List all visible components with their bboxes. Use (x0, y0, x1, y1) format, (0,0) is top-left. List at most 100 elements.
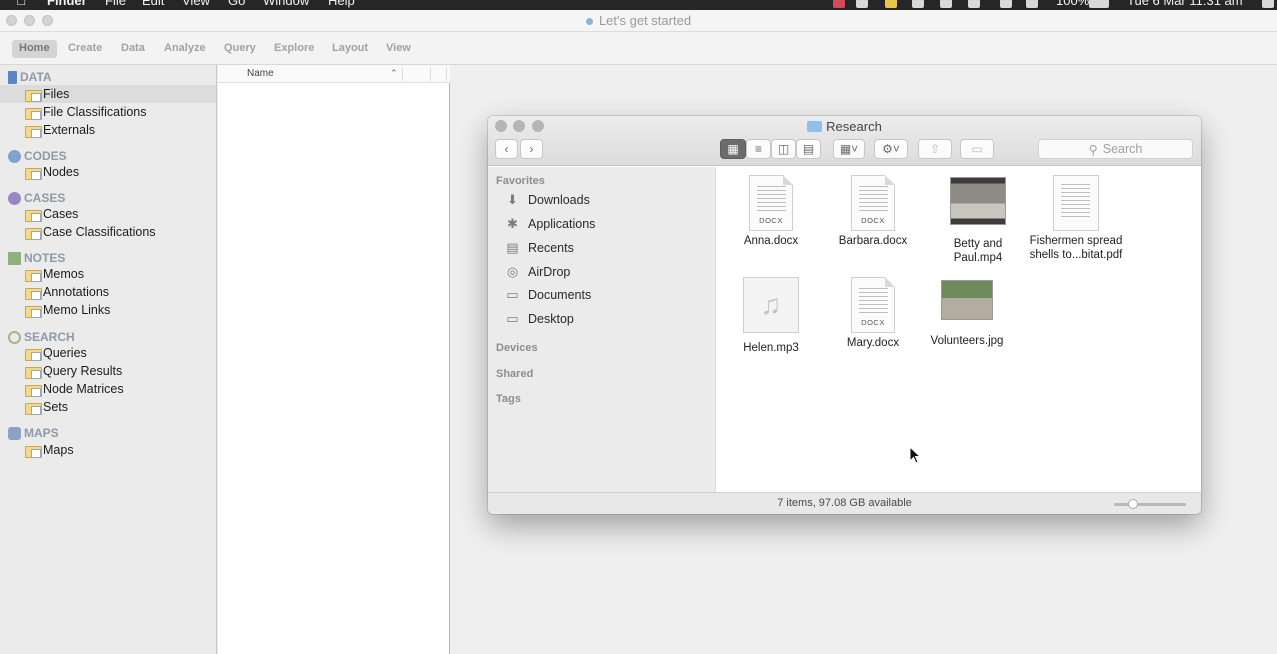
menu-app-name[interactable]: Finder (47, 0, 87, 8)
menu-help[interactable]: Help (328, 0, 355, 8)
cloud-icon[interactable] (940, 0, 952, 8)
maps-icon (8, 426, 21, 440)
tab-query[interactable]: Query (217, 40, 263, 58)
menu-clock[interactable]: Tue 6 Mar 11:31 am (1127, 0, 1243, 8)
nav-item-sets[interactable]: Sets (0, 398, 216, 416)
nav-group-codes[interactable]: CODES (8, 149, 67, 163)
tag-icon: ▭ (971, 142, 983, 156)
nav-group-notes[interactable]: NOTES (8, 251, 65, 265)
tab-explore[interactable]: Explore (267, 40, 321, 58)
nav-group-search[interactable]: SEARCH (8, 330, 75, 344)
sidebar-item-recents[interactable]: ▤ Recents (504, 238, 574, 258)
menu-view[interactable]: View (182, 0, 210, 8)
menu-go[interactable]: Go (228, 0, 245, 8)
tab-create[interactable]: Create (61, 40, 109, 58)
sidebar-item-downloads[interactable]: ⬇ Downloads (504, 190, 590, 210)
nav-group-maps[interactable]: MAPS (8, 426, 59, 440)
nav-group-data[interactable]: DATA (8, 70, 52, 84)
action-menu-button[interactable]: ⚙˅ (874, 139, 908, 159)
sidebar-item-documents[interactable]: ▭ Documents (504, 285, 591, 305)
icon-size-slider[interactable] (1114, 499, 1186, 509)
sidebar-item-desktop[interactable]: ▭ Desktop (504, 309, 574, 329)
status-icon-yellow[interactable] (885, 0, 897, 8)
nvivo-window-title: Let's get started (0, 13, 1277, 28)
creative-cloud-icon[interactable] (912, 0, 924, 8)
nav-item-case-classifications[interactable]: Case Classifications (0, 223, 216, 241)
time-machine-icon[interactable] (968, 0, 980, 8)
notes-icon (8, 251, 21, 265)
tab-layout[interactable]: Layout (325, 40, 375, 58)
apple-menu-icon[interactable]:  (16, 0, 27, 8)
file-item[interactable]: Fishermen spread shells to...bitat.pdf (1026, 175, 1126, 262)
back-button[interactable]: ‹ (495, 139, 518, 159)
nav-item-query-results[interactable]: Query Results (0, 362, 216, 380)
forward-button[interactable]: › (520, 139, 543, 159)
nav-item-maps[interactable]: Maps (0, 441, 216, 459)
music-note-icon: ♫ (743, 277, 799, 333)
folder-icon (25, 166, 42, 180)
folder-icon (25, 444, 42, 458)
column-view-button[interactable]: ◫ (771, 139, 796, 159)
menu-file[interactable]: File (105, 0, 126, 8)
sidebar-section-favorites[interactable]: Favorites (496, 175, 545, 187)
nav-item-file-classifications[interactable]: File Classifications (0, 103, 216, 121)
sidebar-item-applications[interactable]: ✱ Applications (504, 214, 595, 234)
camera-icon[interactable] (856, 0, 868, 8)
tab-analyze[interactable]: Analyze (157, 40, 213, 58)
menu-window[interactable]: Window (263, 0, 309, 8)
list-view-button[interactable]: ≡ (746, 139, 771, 159)
sort-ascending-icon[interactable]: ⌃ (390, 68, 398, 79)
nav-item-externals[interactable]: Externals (0, 121, 216, 139)
sidebar-section-devices[interactable]: Devices (496, 342, 538, 354)
folder-icon (807, 121, 823, 132)
nav-item-annotations[interactable]: Annotations (0, 283, 216, 301)
share-button[interactable]: ⇧ (918, 139, 952, 159)
slider-knob[interactable] (1128, 499, 1138, 509)
grid-icon: ▦ (727, 142, 739, 156)
spotlight-search-icon[interactable] (1262, 0, 1274, 8)
project-icon (585, 18, 593, 26)
sidebar-section-tags[interactable]: Tags (496, 393, 521, 405)
file-item[interactable]: ♫ Helen.mp3 (721, 277, 821, 355)
tab-data[interactable]: Data (114, 40, 152, 58)
finder-file-area[interactable]: DOCX Anna.docx DOCX Barbara.docx Betty a… (717, 167, 1201, 492)
folder-icon (25, 124, 42, 138)
gallery-view-button[interactable]: ▤ (796, 139, 821, 159)
column-header-name[interactable]: Name (247, 68, 274, 79)
folder-icon (25, 304, 42, 318)
tab-home[interactable]: Home (12, 40, 57, 58)
file-item[interactable]: DOCX Anna.docx (721, 175, 821, 248)
sidebar-item-airdrop[interactable]: ◎ AirDrop (504, 262, 571, 282)
menu-edit[interactable]: Edit (142, 0, 164, 8)
nav-item-memos[interactable]: Memos (0, 265, 216, 283)
folder-icon (25, 268, 42, 282)
tags-button[interactable]: ▭ (960, 139, 994, 159)
nav-item-nodes[interactable]: Nodes (0, 163, 216, 181)
wifi-icon[interactable] (1000, 0, 1012, 8)
documents-icon: ▭ (506, 287, 519, 302)
file-item[interactable]: DOCX Mary.docx (823, 277, 923, 350)
tab-view[interactable]: View (379, 40, 418, 58)
file-item[interactable]: Volunteers.jpg (917, 280, 1017, 348)
icon-view-button[interactable]: ▦ (720, 139, 746, 159)
nav-item-memo-links[interactable]: Memo Links (0, 301, 216, 319)
list-view[interactable]: Name ⌃ (218, 65, 450, 654)
battery-icon[interactable] (1089, 0, 1109, 8)
sidebar-section-shared[interactable]: Shared (496, 368, 533, 380)
cases-icon (8, 191, 21, 205)
nav-group-cases[interactable]: CASES (8, 191, 65, 205)
nav-item-cases[interactable]: Cases (0, 205, 216, 223)
menu-bar:  Finder File Edit View Go Window Help 1… (0, 0, 1277, 10)
applications-icon: ✱ (507, 216, 518, 231)
nav-item-node-matrices[interactable]: Node Matrices (0, 380, 216, 398)
volume-icon[interactable] (1026, 0, 1038, 8)
file-item[interactable]: DOCX Barbara.docx (823, 175, 923, 248)
group-by-button[interactable]: ▦˅ (833, 139, 865, 159)
file-item[interactable]: Betty and Paul.mp4 (928, 177, 1028, 265)
docx-file-icon: DOCX (749, 175, 793, 231)
nav-item-queries[interactable]: Queries (0, 344, 216, 362)
status-icon-red[interactable] (833, 0, 845, 8)
nav-item-files[interactable]: Files (0, 85, 216, 103)
column-divider (430, 67, 431, 81)
search-field[interactable]: ⚲ Search (1038, 139, 1193, 159)
